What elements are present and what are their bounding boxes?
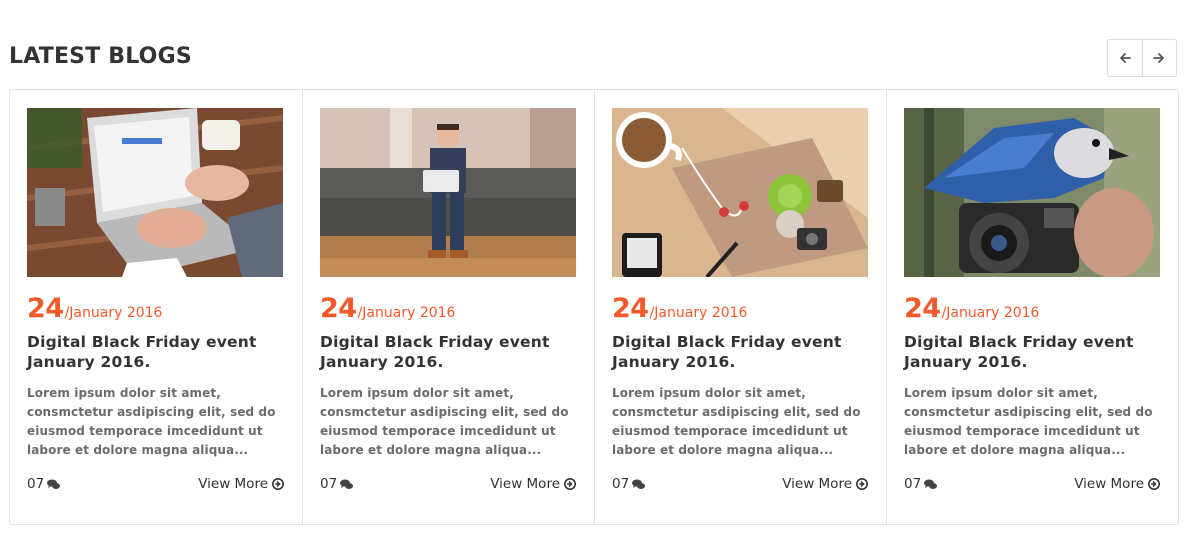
card-footer: 07 View More [612,476,868,492]
arrow-circle-right-icon [272,478,284,490]
view-more-label: View More [782,476,852,492]
comment-count[interactable]: 07 [320,476,354,492]
next-button[interactable] [1141,40,1177,76]
post-day: 24 [612,293,649,324]
post-date: 24/January 2016 [612,292,869,326]
card-footer: 07 View More [320,476,576,492]
blog-card: 24/January 2016 Digital Black Friday eve… [886,90,1178,524]
bird-camera-photo [904,108,1160,277]
coffee-flatlay-photo [612,108,868,277]
post-title[interactable]: Digital Black Friday event January 2016. [320,332,577,372]
prev-button[interactable] [1108,40,1142,76]
post-excerpt: Lorem ipsum dolor sit amet, consmctetur … [320,386,569,457]
post-excerpt: Lorem ipsum dolor sit amet, consmctetur … [612,386,861,457]
arrow-circle-right-icon [564,478,576,490]
comment-count-value: 07 [904,476,922,492]
post-title[interactable]: Digital Black Friday event January 2016. [27,332,285,372]
view-more-link[interactable]: View More [490,476,576,492]
arrow-left-icon [1119,53,1131,63]
arrow-circle-right-icon [1148,478,1160,490]
post-image[interactable] [320,108,576,277]
post-month: /January 2016 [357,305,456,321]
man-on-sofa-photo [320,108,576,277]
comment-count[interactable]: 07 [904,476,938,492]
section-title: LATEST BLOGS [9,44,192,69]
post-month: /January 2016 [64,305,163,321]
post-date: 24/January 2016 [27,292,285,326]
post-month: /January 2016 [649,305,748,321]
comments-icon [924,479,938,489]
post-excerpt: Lorem ipsum dolor sit amet, consmctetur … [904,386,1153,457]
card-footer: 07 View More [27,476,284,492]
post-date: 24/January 2016 [320,292,577,326]
blog-card: 24/January 2016 Digital Black Friday eve… [594,90,886,524]
blog-card: 24/January 2016 Digital Black Friday eve… [302,90,594,524]
post-day: 24 [904,293,941,324]
post-excerpt: Lorem ipsum dolor sit amet, consmctetur … [27,386,276,457]
post-month: /January 2016 [941,305,1040,321]
post-image[interactable] [612,108,868,277]
blog-carousel: 24/January 2016 Digital Black Friday eve… [9,89,1179,525]
comment-count-value: 07 [320,476,338,492]
laptop-desk-photo [27,108,283,277]
post-image[interactable] [27,108,283,277]
comments-icon [632,479,646,489]
arrow-right-icon [1153,53,1165,63]
comments-icon [47,479,61,489]
comment-count-value: 07 [612,476,630,492]
comment-count[interactable]: 07 [27,476,61,492]
post-date: 24/January 2016 [904,292,1161,326]
card-footer: 07 View More [904,476,1160,492]
view-more-label: View More [198,476,268,492]
carousel-nav [1107,39,1177,77]
view-more-link[interactable]: View More [198,476,284,492]
post-image[interactable] [904,108,1160,277]
post-day: 24 [27,293,64,324]
view-more-link[interactable]: View More [1074,476,1160,492]
post-day: 24 [320,293,357,324]
view-more-label: View More [1074,476,1144,492]
view-more-label: View More [490,476,560,492]
comments-icon [340,479,354,489]
view-more-link[interactable]: View More [782,476,868,492]
post-title[interactable]: Digital Black Friday event January 2016. [612,332,869,372]
comment-count[interactable]: 07 [612,476,646,492]
blog-card: 24/January 2016 Digital Black Friday eve… [10,90,302,524]
arrow-circle-right-icon [856,478,868,490]
comment-count-value: 07 [27,476,45,492]
post-title[interactable]: Digital Black Friday event January 2016. [904,332,1161,372]
